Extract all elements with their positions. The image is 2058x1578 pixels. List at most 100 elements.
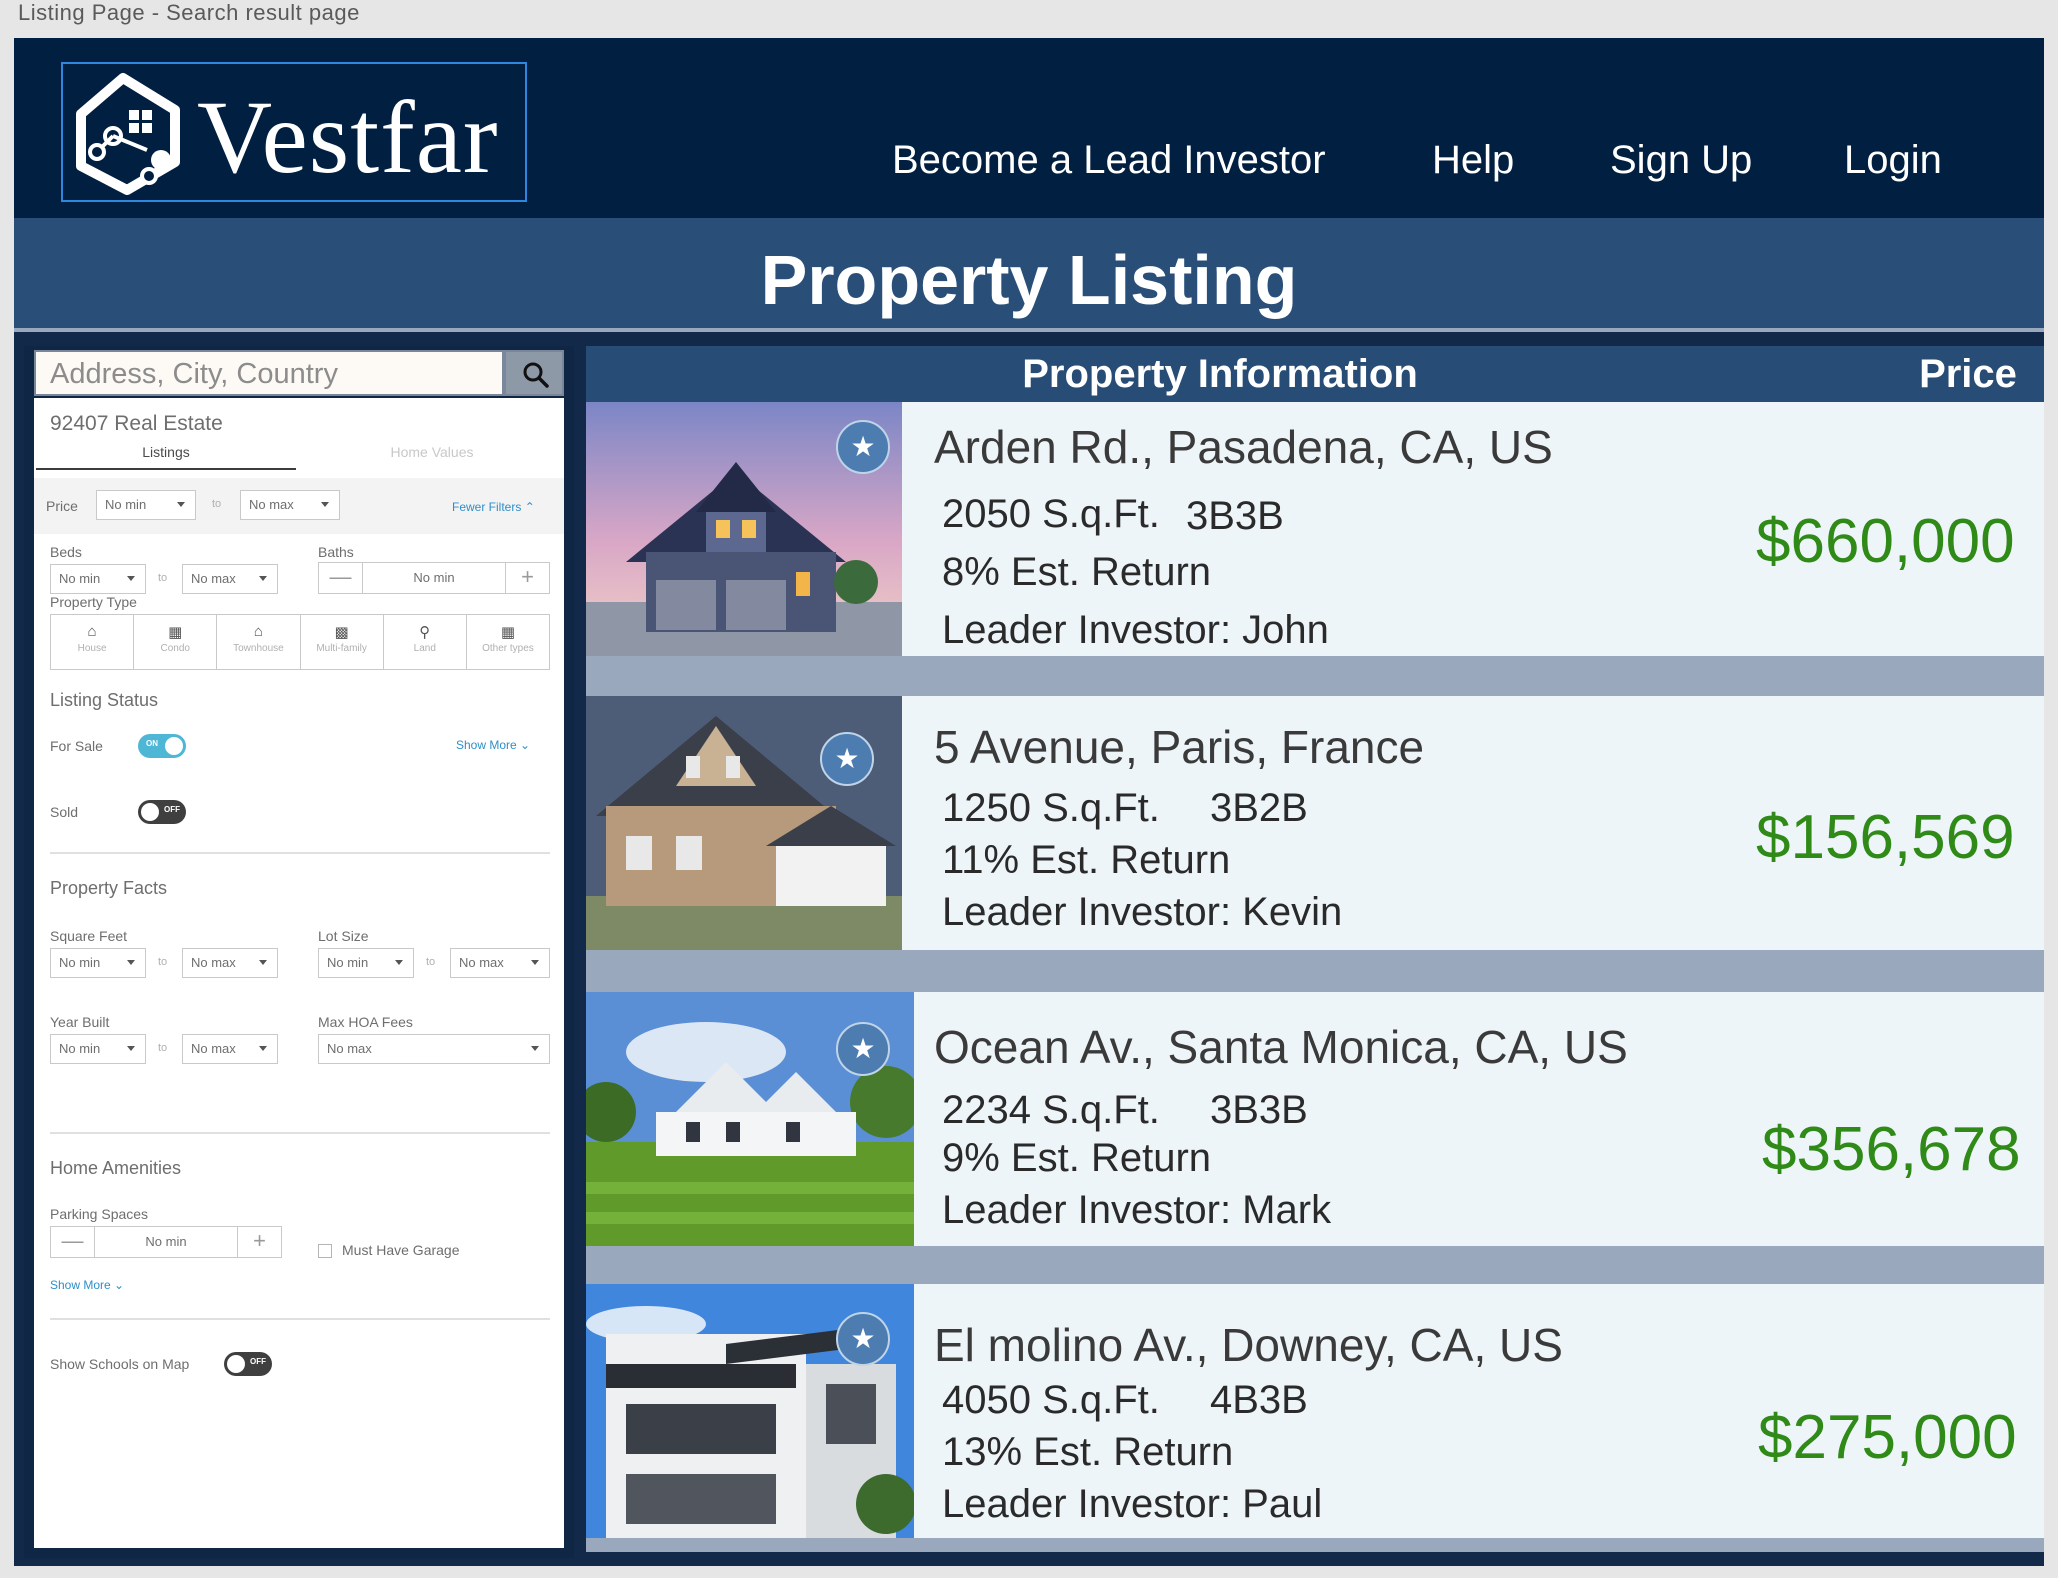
area-title: 92407 Real Estate <box>50 412 223 435</box>
lot-min-select[interactable]: No min <box>318 948 414 978</box>
logo[interactable]: Vestfar <box>61 62 527 202</box>
year-min-value: No min <box>59 1041 101 1056</box>
sqft-min-select[interactable]: No min <box>50 948 146 978</box>
property-return: 11% Est. Return <box>942 838 1231 882</box>
parking-plus-button[interactable]: + <box>237 1227 281 1257</box>
tab-home-values[interactable]: Home Values <box>302 444 562 460</box>
show-more-label: Show More <box>456 738 517 752</box>
show-schools-label: Show Schools on Map <box>50 1356 190 1372</box>
beds-max-select[interactable]: No max <box>182 564 278 594</box>
property-rooms: 3B3B <box>1186 494 1284 538</box>
star-icon[interactable]: ★ <box>836 420 890 474</box>
ptype-land-label: Land <box>413 643 436 654</box>
property-card[interactable]: ★ 5 Avenue, Paris, France 1250 S.q.Ft. 3… <box>586 696 2044 950</box>
ptype-condo-label: Condo <box>160 643 190 654</box>
listing-header: Property Information Price <box>586 346 2044 402</box>
to-label: to <box>158 572 168 584</box>
lot-max-select[interactable]: No max <box>450 948 550 978</box>
property-address: 5 Avenue, Paris, France <box>934 721 1425 773</box>
property-rooms: 3B3B <box>1210 1088 1308 1132</box>
price-filter-row: Price No min to No max Fewer Filters ⌃ <box>34 478 564 534</box>
ptype-other-label: Other types <box>482 643 534 654</box>
chevron-up-icon: ⌃ <box>524 500 535 514</box>
property-return: 8% Est. Return <box>942 550 1212 594</box>
ptype-townhouse[interactable]: ⌂ Townhouse <box>217 615 301 669</box>
to-label: to <box>426 956 436 968</box>
nav-become-lead-investor[interactable]: Become a Lead Investor <box>892 138 1326 183</box>
other-types-icon: ▦ <box>500 624 516 641</box>
chevron-down-icon: ⌄ <box>520 738 531 752</box>
hoa-select[interactable]: No max <box>318 1034 550 1064</box>
fewer-filters-link[interactable]: Fewer Filters ⌃ <box>452 500 535 514</box>
condo-icon: ▦ <box>168 624 183 641</box>
divider <box>50 1318 550 1320</box>
beds-min-select[interactable]: No min <box>50 564 146 594</box>
lot-max-value: No max <box>459 955 504 970</box>
year-min-select[interactable]: No min <box>50 1034 146 1064</box>
logo-text: Vestfar <box>197 80 499 195</box>
property-price: $275,000 <box>1758 1403 2017 1472</box>
square-feet-label: Square Feet <box>50 928 128 944</box>
ptype-house[interactable]: ⌂ House <box>51 615 135 669</box>
column-header-price: Price <box>1919 352 2017 396</box>
ptype-townhouse-label: Townhouse <box>233 643 284 654</box>
page-title: Property Listing <box>760 241 1298 319</box>
to-label: to <box>212 498 222 510</box>
year-max-select[interactable]: No max <box>182 1034 278 1064</box>
year-max-value: No max <box>191 1041 236 1056</box>
chevron-down-icon: ⌄ <box>114 1278 125 1292</box>
property-return: 9% Est. Return <box>942 1136 1212 1180</box>
show-schools-toggle-text: OFF <box>250 1357 266 1366</box>
ptype-multi-family-label: Multi-family <box>316 643 367 654</box>
sqft-max-select[interactable]: No max <box>182 948 278 978</box>
baths-stepper: — No min + <box>318 562 550 594</box>
show-more-amenities-link[interactable]: Show More ⌄ <box>50 1278 124 1292</box>
tab-listings[interactable]: Listings <box>36 444 296 470</box>
parking-minus-button[interactable]: — <box>51 1227 95 1257</box>
property-card[interactable]: ★ El molino Av., Downey, CA, US 4050 S.q… <box>586 1284 2044 1538</box>
property-return: 13% Est. Return <box>942 1430 1234 1474</box>
ptype-condo[interactable]: ▦ Condo <box>134 615 218 669</box>
star-icon[interactable]: ★ <box>836 1312 890 1366</box>
property-card[interactable]: ★ Arden Rd., Pasadena, CA, US 2050 S.q.F… <box>586 402 2044 656</box>
house-network-icon <box>76 73 180 195</box>
nav-sign-up[interactable]: Sign Up <box>1610 138 1752 183</box>
lot-size-label: Lot Size <box>318 928 369 944</box>
ptype-multi-family[interactable]: ▩ Multi-family <box>301 615 384 669</box>
ptype-other[interactable]: ▦ Other types <box>467 615 549 669</box>
for-sale-toggle[interactable]: ON <box>138 734 186 758</box>
search-button[interactable] <box>504 350 564 396</box>
property-rooms: 3B2B <box>1210 786 1308 830</box>
for-sale-toggle-text: ON <box>146 739 158 748</box>
ptype-land[interactable]: ⚲ Land <box>384 615 467 669</box>
multi-family-icon: ▩ <box>334 624 349 641</box>
price-min-select[interactable]: No min <box>96 490 196 520</box>
nav-login[interactable]: Login <box>1844 138 1942 183</box>
sold-toggle-text: OFF <box>164 805 180 814</box>
show-more-status-link[interactable]: Show More ⌄ <box>456 738 530 752</box>
must-have-garage-checkbox[interactable] <box>318 1244 332 1258</box>
divider <box>50 852 550 854</box>
star-icon[interactable]: ★ <box>836 1022 890 1076</box>
show-schools-toggle[interactable]: OFF <box>224 1352 272 1376</box>
search-input[interactable] <box>50 354 490 394</box>
property-card[interactable]: ★ Ocean Av., Santa Monica, CA, US 2234 S… <box>586 992 2044 1246</box>
column-header-info: Property Information <box>1022 352 1418 396</box>
star-icon[interactable]: ★ <box>820 732 874 786</box>
search-box <box>34 350 504 396</box>
property-type-label: Property Type <box>50 594 137 610</box>
property-sqft: 2050 S.q.Ft. <box>942 492 1160 536</box>
sold-toggle[interactable]: OFF <box>138 800 186 824</box>
card-separator <box>586 656 2044 696</box>
page-caption: Listing Page - Search result page <box>18 0 360 25</box>
search-icon <box>523 362 549 388</box>
to-label: to <box>158 1042 168 1054</box>
price-max-select[interactable]: No max <box>240 490 340 520</box>
property-sqft: 1250 S.q.Ft. <box>942 786 1160 830</box>
baths-minus-button[interactable]: — <box>319 563 363 593</box>
home-amenities-label: Home Amenities <box>50 1158 182 1178</box>
year-built-label: Year Built <box>50 1014 110 1030</box>
price-min-value: No min <box>105 497 147 512</box>
nav-help[interactable]: Help <box>1432 138 1514 183</box>
baths-plus-button[interactable]: + <box>505 563 549 593</box>
